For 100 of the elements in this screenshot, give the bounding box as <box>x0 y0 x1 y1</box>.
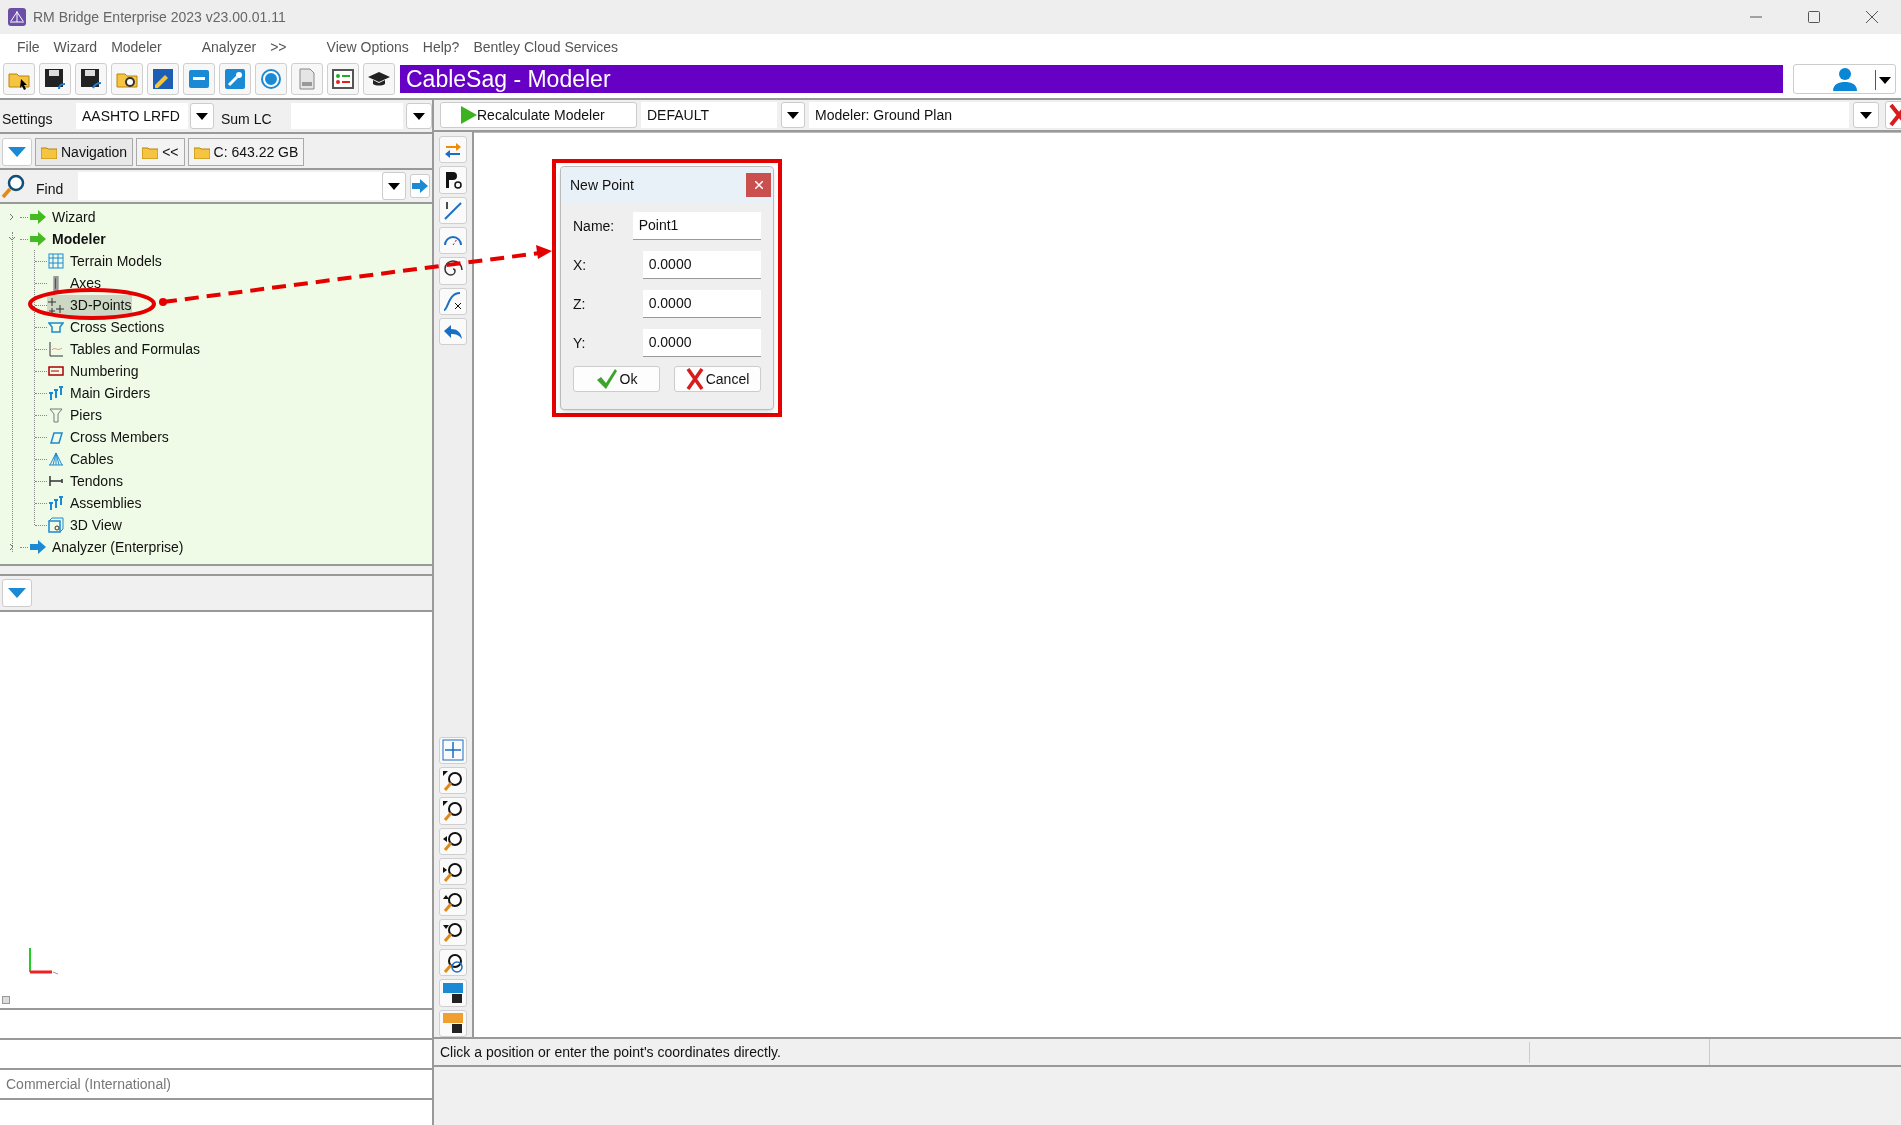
find-field[interactable] <box>78 172 382 200</box>
tree-item[interactable]: Main Girders <box>47 382 152 404</box>
triangle-down-icon <box>8 147 26 157</box>
trapezoid-icon <box>48 319 64 335</box>
menu-item[interactable]: Modeler <box>106 36 167 58</box>
cable-fan-icon <box>48 451 64 467</box>
menu-item[interactable]: Analyzer <box>196 36 262 58</box>
view-dropdown-button[interactable] <box>1853 102 1879 128</box>
tree-node[interactable]: Modeler <box>52 228 106 250</box>
tree-item[interactable]: Cross Sections <box>47 316 166 338</box>
dropdown-caret-icon <box>196 112 208 120</box>
zoom-right-icon[interactable] <box>439 857 467 886</box>
tree-item[interactable]: Cables <box>47 448 115 470</box>
menu-item[interactable]: File <box>12 36 45 58</box>
menu-item[interactable]: View Options <box>321 36 414 58</box>
sum-lc-label: Sum LC <box>221 109 273 129</box>
tree-node[interactable]: Analyzer (Enterprise) <box>52 536 184 558</box>
tree-node[interactable]: Wizard <box>52 206 96 228</box>
arc-icon[interactable] <box>439 227 467 255</box>
tree-item[interactable]: Tendons <box>47 470 124 492</box>
collapse-dropdown-button[interactable] <box>2 138 32 166</box>
swap-arrows-icon[interactable] <box>439 136 467 164</box>
zoom-globe-icon[interactable] <box>439 948 467 977</box>
menu-item[interactable]: Help? <box>417 36 465 58</box>
tree-item[interactable]: Terrain Models <box>47 250 163 272</box>
view-field[interactable]: Modeler: Ground Plan <box>809 102 1849 128</box>
save-file-icon[interactable] <box>439 1009 467 1037</box>
recalculate-modeler-button[interactable]: Recalculate Modeler <box>440 102 637 128</box>
menu-item[interactable]: Bentley Cloud Services <box>468 36 624 58</box>
navigation-button[interactable]: C: 643.22 GB <box>187 138 305 166</box>
navigation-button[interactable]: Navigation <box>35 138 134 166</box>
expanded-chevron-icon[interactable] <box>8 235 18 243</box>
status-text: Click a position or enter the point's coordinates directly. <box>434 1041 1530 1063</box>
save-as-icon[interactable] <box>75 63 107 95</box>
tree-item[interactable]: 3D View <box>47 514 123 536</box>
ok-button[interactable]: Ok <box>573 366 660 392</box>
field-label: Y: <box>573 333 587 353</box>
code-field[interactable]: AASHTO LRFD <box>76 103 188 129</box>
find-dropdown-button[interactable] <box>382 172 406 200</box>
pencil-edit-icon[interactable] <box>147 63 179 95</box>
folder-icon <box>41 145 57 159</box>
coordinate-field[interactable]: 0.0000 <box>642 290 761 318</box>
close-icon[interactable] <box>746 173 771 197</box>
checkmark-icon <box>595 368 618 390</box>
window-title: RM Bridge Enterprise 2023 v23.00.01.11 <box>33 7 286 27</box>
triangle-down-icon <box>8 588 26 598</box>
save-image-icon[interactable] <box>439 979 467 1007</box>
axis-triad-icon <box>26 946 60 976</box>
graduation-cap-icon[interactable] <box>363 63 395 95</box>
panel-dropdown-button[interactable] <box>2 579 32 607</box>
zoom-out-icon[interactable] <box>439 797 467 825</box>
zoom-up-icon[interactable] <box>439 888 467 916</box>
tree-item[interactable]: Numbering <box>47 360 140 382</box>
navigation-button[interactable]: << <box>136 138 185 166</box>
coordinate-field[interactable]: Point1 <box>632 212 761 240</box>
grid-icon <box>48 253 64 269</box>
tree-item[interactable]: 3D-Points <box>47 294 133 316</box>
menu-item[interactable]: Wizard <box>48 36 103 58</box>
sum-lc-dropdown-button[interactable] <box>406 103 432 129</box>
checklist-icon[interactable] <box>327 63 359 95</box>
project-title-bar: CableSag - Modeler <box>400 65 1783 93</box>
help-icon[interactable] <box>255 63 287 95</box>
field-label: Name: <box>573 216 616 236</box>
user-menu-button[interactable] <box>1793 64 1896 94</box>
load-case-dropdown-button[interactable] <box>781 102 805 128</box>
point-icon[interactable] <box>439 166 467 194</box>
numbering-icon <box>48 363 64 379</box>
user-icon <box>1831 67 1858 91</box>
code-dropdown-button[interactable] <box>190 103 214 129</box>
zoom-down-icon[interactable] <box>439 918 467 946</box>
menu-item[interactable]: >> <box>265 36 292 58</box>
spiral-icon[interactable] <box>439 257 467 285</box>
axis-icon <box>53 275 59 291</box>
tree-item[interactable]: Assemblies <box>47 492 143 514</box>
play-icon <box>461 106 477 124</box>
field-label: X: <box>573 255 588 275</box>
tree-item[interactable]: Axes <box>47 272 103 294</box>
find-label: Find <box>36 179 65 199</box>
curve-icon[interactable] <box>439 287 467 316</box>
dropdown-caret-icon <box>1860 111 1872 119</box>
go-button[interactable] <box>410 174 430 198</box>
cube-icon <box>48 517 64 533</box>
tree-item[interactable]: Cross Members <box>47 426 170 448</box>
dropdown-caret-icon <box>413 112 425 120</box>
dropdown-caret-icon <box>1879 76 1891 84</box>
folder-search-icon[interactable] <box>111 63 143 95</box>
tree-item[interactable]: Tables and Formulas <box>47 338 201 360</box>
save-icon[interactable] <box>39 63 71 95</box>
coordinate-field[interactable]: 0.0000 <box>642 329 761 357</box>
zoom-left-icon[interactable] <box>439 827 467 855</box>
open-folder-icon[interactable] <box>3 63 35 95</box>
arrow-right-icon <box>412 179 428 193</box>
tree-item[interactable]: Piers <box>47 404 103 426</box>
wrench-icon[interactable] <box>219 63 251 95</box>
zoom-in-icon[interactable] <box>439 766 467 795</box>
coordinate-field[interactable]: 0.0000 <box>642 251 761 279</box>
cancel-button[interactable]: Cancel <box>674 366 761 392</box>
load-case-field[interactable]: DEFAULT <box>641 102 777 128</box>
arrow-right-icon <box>30 210 46 224</box>
folder-icon <box>142 145 159 159</box>
